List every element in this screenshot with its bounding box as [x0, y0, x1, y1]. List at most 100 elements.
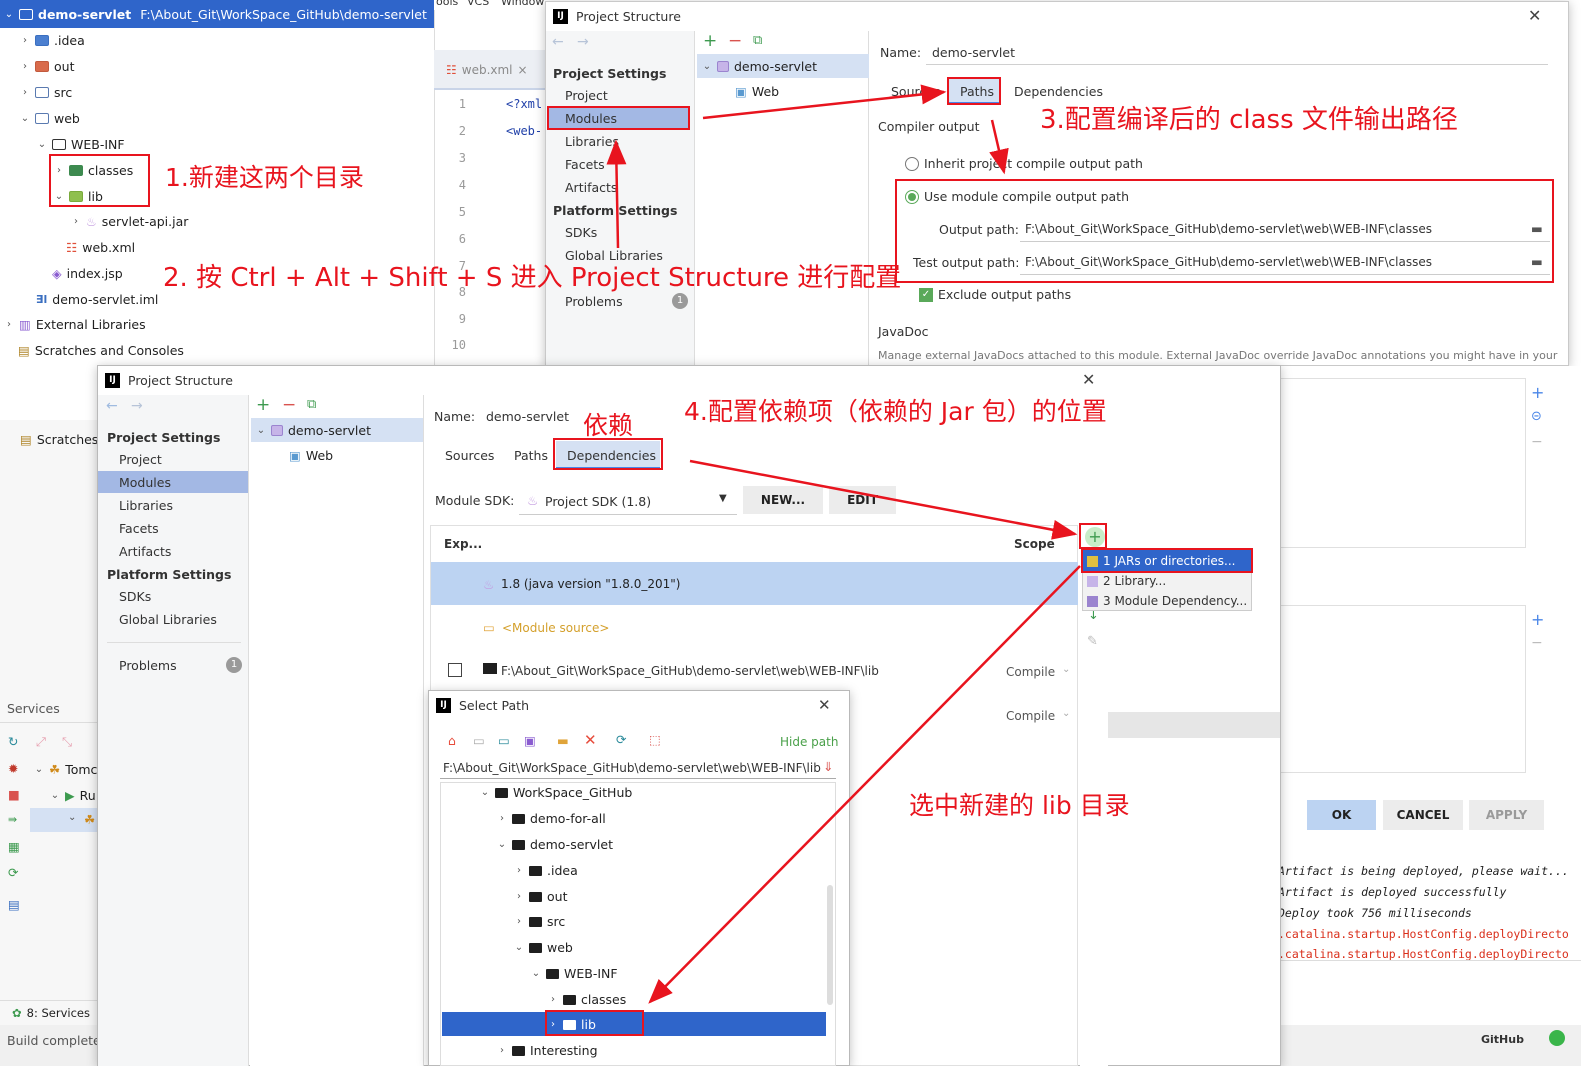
- chevron-right-icon[interactable]: ›: [20, 61, 30, 72]
- chevron-down-icon[interactable]: ⌄: [497, 839, 507, 850]
- menu-window[interactable]: Window: [501, 0, 544, 8]
- add-icon[interactable]: +: [703, 31, 717, 51]
- tree-item-idea[interactable]: › .idea: [20, 33, 85, 48]
- chevron-down-icon[interactable]: ⌄: [514, 942, 524, 953]
- name-field[interactable]: demo-servlet: [932, 45, 1015, 60]
- popup-item-module[interactable]: 3 Module Dependency...: [1087, 594, 1247, 608]
- forward-icon[interactable]: →: [577, 34, 589, 50]
- chevron-right-icon[interactable]: ›: [548, 994, 558, 1005]
- path-tree-item[interactable]: › out: [514, 889, 567, 904]
- tab-sources[interactable]: Sources: [445, 448, 494, 463]
- tree-item-web-inf[interactable]: ⌄ WEB-INF: [37, 137, 125, 152]
- tab-web-xml[interactable]: ☷ web.xml ×: [446, 63, 528, 77]
- edit-icon[interactable]: ✎: [1087, 634, 1098, 649]
- tree-item-out[interactable]: › out: [20, 59, 74, 74]
- chevron-right-icon[interactable]: ›: [71, 216, 81, 227]
- scope-value[interactable]: Compile: [1006, 709, 1055, 723]
- exclude-output-checkbox[interactable]: ✓ Exclude output paths: [919, 287, 1071, 302]
- menu-tools[interactable]: ools: [436, 0, 458, 8]
- nav-artifacts[interactable]: Artifacts: [119, 544, 171, 559]
- edit-sdk-button[interactable]: EDIT: [829, 486, 896, 514]
- path-tree-item[interactable]: › .idea: [514, 863, 578, 878]
- nav-global-libraries[interactable]: Global Libraries: [565, 248, 663, 263]
- radio-icon[interactable]: [905, 156, 919, 171]
- chevron-right-icon[interactable]: ›: [497, 813, 507, 824]
- running-row[interactable]: ⌄ ▶ Ru: [50, 788, 96, 803]
- tree-item-index-jsp[interactable]: ◈ index.jsp: [52, 266, 123, 281]
- apply-button[interactable]: APPLY: [1469, 800, 1544, 830]
- path-tree-item[interactable]: › demo-for-all: [497, 811, 606, 826]
- link-icon[interactable]: ⊝: [1531, 409, 1542, 424]
- remove-icon[interactable]: −: [728, 31, 742, 51]
- home-icon[interactable]: ⌂: [448, 733, 456, 748]
- nav-problems[interactable]: Problems: [565, 294, 623, 309]
- chevron-down-icon[interactable]: ⌄: [256, 425, 266, 436]
- add-icon[interactable]: +: [256, 395, 270, 415]
- menu-vcs[interactable]: VCS: [467, 0, 489, 8]
- deploy-icon[interactable]: ⇛: [8, 813, 17, 826]
- chevron-down-icon[interactable]: ⌄: [480, 787, 490, 798]
- facet-web[interactable]: ▣ Web: [735, 84, 779, 99]
- radio-inherit[interactable]: Inherit project compile output path: [905, 156, 1143, 171]
- chevron-right-icon[interactable]: ›: [514, 916, 524, 927]
- chevron-down-icon[interactable]: ⌄: [1062, 708, 1070, 719]
- tree-item-servlet-api[interactable]: › ♨ servlet-api.jar: [71, 214, 188, 229]
- chevron-right-icon[interactable]: ›: [514, 865, 524, 876]
- chevron-right-icon[interactable]: ›: [20, 87, 30, 98]
- dropdown-arrow-icon[interactable]: ▼: [719, 493, 727, 504]
- stop-icon[interactable]: ■: [8, 787, 20, 802]
- close-icon[interactable]: ×: [518, 63, 528, 77]
- chevron-down-icon[interactable]: ⌄: [4, 9, 14, 20]
- nav-facets[interactable]: Facets: [565, 157, 605, 172]
- collapse-icon[interactable]: ⤡: [62, 734, 72, 750]
- project-icon[interactable]: ▭: [498, 733, 510, 748]
- tree-item-web-xml[interactable]: ☷ web.xml: [66, 240, 135, 255]
- facet-web[interactable]: ▣ Web: [289, 448, 333, 463]
- path-tree-item[interactable]: › Interesting: [497, 1043, 598, 1058]
- remove-icon[interactable]: −: [1531, 434, 1543, 450]
- tab-sources[interactable]: Sources: [891, 84, 940, 99]
- nav-global-libraries[interactable]: Global Libraries: [119, 612, 217, 627]
- github-status[interactable]: GitHub: [1481, 1033, 1524, 1046]
- nav-sdks[interactable]: SDKs: [565, 225, 597, 240]
- new-sdk-button[interactable]: NEW...: [743, 486, 823, 514]
- show-hidden-icon[interactable]: ⬚: [649, 732, 661, 747]
- layout-icon[interactable]: ▤: [8, 897, 20, 912]
- new-folder-icon[interactable]: ▬: [557, 733, 569, 748]
- download-icon[interactable]: ⇓: [823, 759, 833, 774]
- path-tree-item[interactable]: › classes: [548, 992, 626, 1007]
- chevron-down-icon[interactable]: ⌄: [34, 764, 44, 775]
- tree-item-iml[interactable]: ∃l demo-servlet.iml: [36, 292, 158, 307]
- back-icon[interactable]: ←: [552, 34, 564, 50]
- tree-item-scratches[interactable]: ▤ Scratches and Consoles: [18, 343, 184, 358]
- ok-button[interactable]: OK: [1307, 800, 1376, 830]
- project-root[interactable]: ⌄ demo-servlet F:\About_Git\WorkSpace_Gi…: [4, 7, 427, 22]
- checkbox-checked-icon[interactable]: ✓: [919, 287, 933, 302]
- tab-dependencies[interactable]: Dependencies: [1014, 84, 1103, 99]
- hide-path-link[interactable]: Hide path: [780, 735, 838, 749]
- nav-problems[interactable]: Problems: [119, 658, 177, 673]
- export-checkbox[interactable]: [448, 663, 462, 677]
- chevron-right-icon[interactable]: ›: [514, 891, 524, 902]
- chevron-right-icon[interactable]: ›: [20, 35, 30, 46]
- module-demo-servlet[interactable]: ⌄ demo-servlet: [702, 59, 817, 74]
- forward-icon[interactable]: →: [131, 398, 143, 414]
- tree-item-external-libraries[interactable]: › ▥ External Libraries: [4, 317, 146, 332]
- cancel-button[interactable]: CANCEL: [1383, 800, 1463, 830]
- close-icon[interactable]: ✕: [1528, 6, 1541, 25]
- nav-facets[interactable]: Facets: [119, 521, 159, 536]
- nav-artifacts[interactable]: Artifacts: [565, 180, 617, 195]
- path-tree-item[interactable]: ⌄ demo-servlet: [497, 837, 613, 852]
- close-icon[interactable]: ✕: [1082, 370, 1095, 389]
- grid-icon[interactable]: ▦: [8, 839, 20, 854]
- copy-icon[interactable]: ⧉: [753, 33, 762, 48]
- chevron-down-icon[interactable]: ⌄: [702, 61, 712, 72]
- tomcat-server-row[interactable]: ⌄ ☘ Tomca: [34, 762, 105, 777]
- module-demo-servlet[interactable]: ⌄ demo-servlet: [256, 423, 371, 438]
- nav-libraries[interactable]: Libraries: [565, 134, 619, 149]
- nav-project[interactable]: Project: [119, 452, 162, 467]
- path-tree-item[interactable]: ⌄ WorkSpace_GitHub: [480, 785, 633, 800]
- refresh-icon[interactable]: ↻: [8, 734, 18, 749]
- refresh-icon[interactable]: ⟳: [616, 732, 626, 747]
- remove-icon[interactable]: −: [1531, 635, 1543, 651]
